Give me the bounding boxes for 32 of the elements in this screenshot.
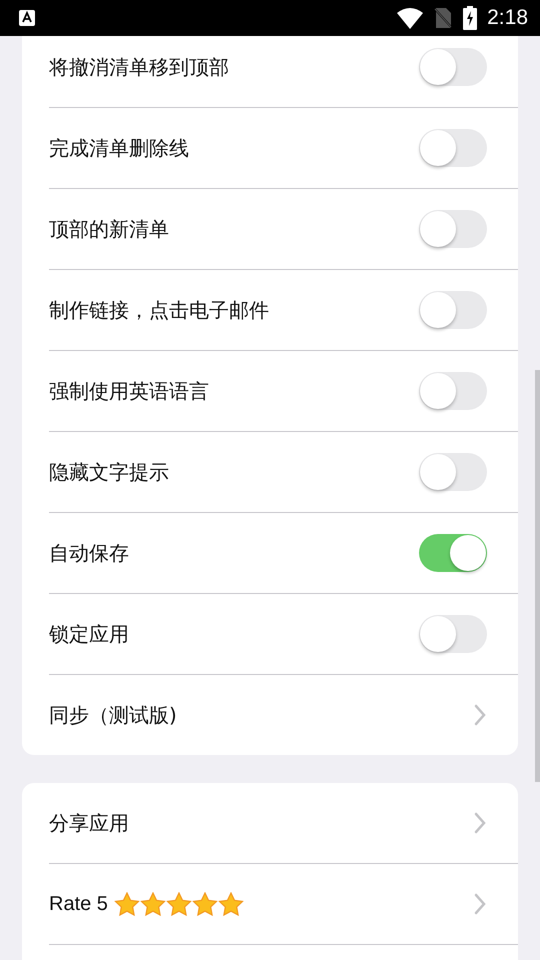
status-time: 2:18 xyxy=(487,6,528,30)
row-label[interactable]: 锁定应用 xyxy=(49,620,129,648)
star-icon xyxy=(218,892,244,916)
star-icon xyxy=(114,892,140,916)
no-sim-icon xyxy=(433,7,454,29)
row-label[interactable]: 分享应用 xyxy=(49,810,129,836)
chevron-right-icon xyxy=(474,893,486,915)
row-label[interactable]: Rate 5 xyxy=(49,892,108,916)
app-notification-icon xyxy=(18,9,36,27)
star-icon xyxy=(192,892,218,916)
toggle-switch[interactable] xyxy=(419,48,487,86)
toggle-switch[interactable] xyxy=(419,534,487,572)
row-label[interactable]: 将撤消清单移到顶部 xyxy=(49,54,229,80)
row-label[interactable]: 顶部的新清单 xyxy=(49,216,169,242)
star-icon xyxy=(166,892,192,916)
wifi-icon xyxy=(397,8,424,28)
toggle-switch[interactable] xyxy=(419,615,487,653)
toggle-switch[interactable] xyxy=(419,210,487,248)
chevron-right-icon xyxy=(474,704,486,726)
toggle-switch[interactable] xyxy=(419,129,487,167)
chevron-right-icon xyxy=(474,812,486,834)
toggle-switch[interactable] xyxy=(419,372,487,410)
toggle-switch[interactable] xyxy=(419,291,487,329)
toggle-switch[interactable] xyxy=(419,453,487,491)
battery-charging-icon xyxy=(463,6,478,30)
row-label[interactable]: 自动保存 xyxy=(49,540,129,566)
row-label[interactable]: 制作链接，点击电子邮件 xyxy=(49,296,269,324)
row-label[interactable]: 强制使用英语语言 xyxy=(49,378,209,404)
star-icon xyxy=(140,892,166,916)
row-label[interactable]: 隐藏文字提示 xyxy=(49,458,169,486)
row-label[interactable]: 同步（测试版) xyxy=(49,702,177,728)
row-label[interactable]: 完成清单删除线 xyxy=(49,134,189,162)
